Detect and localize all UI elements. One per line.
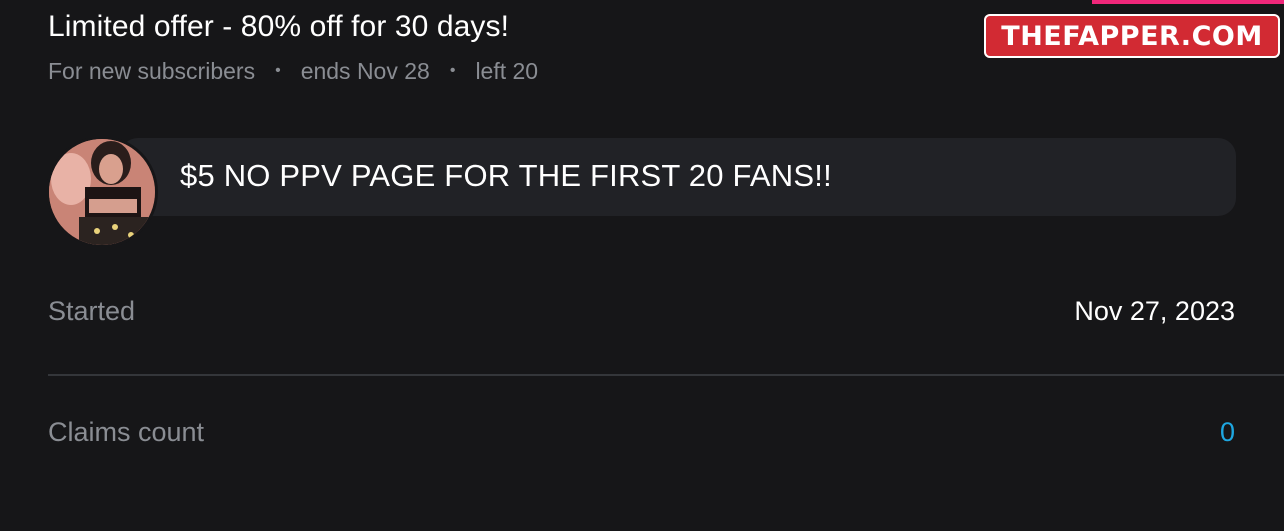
promo-title: Limited offer - 80% off for 30 days!: [48, 10, 510, 43]
avatar-image: [49, 139, 155, 245]
claims-count-value[interactable]: 0: [1220, 417, 1235, 448]
promo-remaining: left 20: [475, 58, 539, 84]
claims-count-label: Claims count: [48, 417, 205, 447]
promo-meta: For new subscribers • ends Nov 28 • left…: [48, 58, 538, 85]
watermark-logo: THEFAPPER.COM: [984, 14, 1280, 58]
separator-dot: •: [275, 61, 281, 79]
avatar-photo-icon: [49, 139, 155, 245]
avatar[interactable]: [46, 136, 158, 248]
started-label: Started: [48, 296, 136, 326]
offer-message-text: $5 NO PPV PAGE FOR THE FIRST 20 FANS!!: [180, 158, 832, 193]
separator-dot: •: [449, 61, 456, 79]
started-value: Nov 27, 2023: [1074, 296, 1235, 326]
promo-audience: For new subscribers: [48, 58, 256, 84]
promo-end-date: ends Nov 28: [300, 58, 430, 84]
top-accent-strip: [1092, 0, 1284, 4]
divider: [48, 374, 1284, 376]
